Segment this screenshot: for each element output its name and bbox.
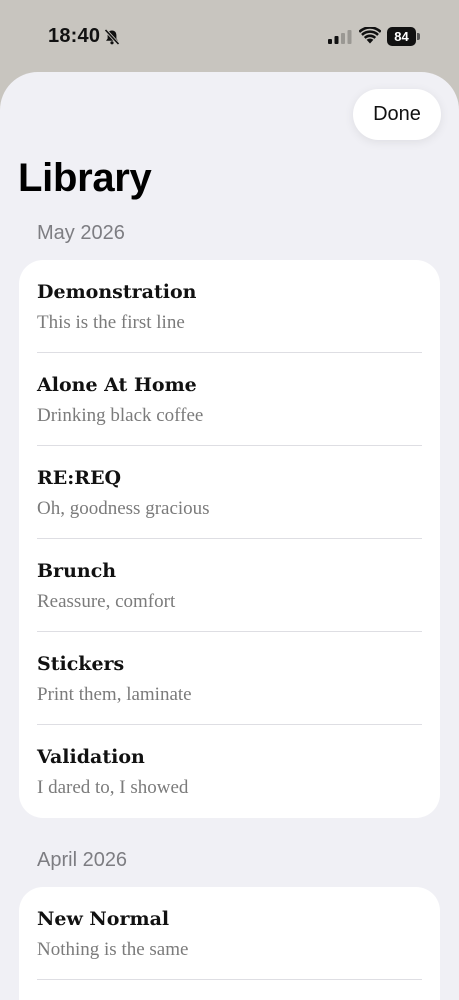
cellular-signal-icon (328, 30, 352, 44)
item-title: Brunch (37, 560, 117, 582)
item-subtitle: Oh, goodness gracious (37, 498, 210, 519)
battery-icon: 84 (387, 27, 416, 46)
may-entries-list: Demonstration This is the first line Alo… (19, 260, 440, 818)
list-item[interactable]: Validation I dared to, I showed (19, 725, 440, 818)
item-subtitle: Drinking black coffee (37, 405, 204, 426)
battery-nub (417, 33, 420, 40)
battery-level: 84 (394, 29, 409, 44)
item-subtitle: Nothing is the same (37, 939, 189, 960)
item-title: New Normal (37, 908, 170, 930)
list-item[interactable]: Brunch Reassure, comfort (19, 539, 440, 632)
item-title: RE:REQ (37, 467, 122, 489)
wifi-icon (359, 27, 381, 44)
status-time: 18:40 (48, 25, 101, 47)
library-sheet: Done Library May 2026 Demonstration This… (0, 72, 459, 1000)
section-header-april: April 2026 (37, 849, 128, 871)
list-item[interactable]: RE:REQ Oh, goodness gracious (19, 446, 440, 539)
april-entries-list: New Normal Nothing is the same (19, 887, 440, 1000)
status-bar: 18:40 84 (0, 0, 459, 72)
item-title: Validation (37, 746, 145, 768)
bell-muted-icon (104, 28, 120, 46)
page-title: Library (18, 156, 152, 200)
item-title: Alone At Home (37, 374, 197, 396)
item-subtitle: This is the first line (37, 312, 185, 333)
list-item[interactable]: Demonstration This is the first line (19, 260, 440, 353)
list-item[interactable]: Alone At Home Drinking black coffee (19, 353, 440, 446)
item-title: Stickers (37, 653, 125, 675)
section-header-may: May 2026 (37, 222, 125, 244)
done-button[interactable]: Done (353, 89, 441, 140)
item-subtitle: I dared to, I showed (37, 777, 189, 798)
row-divider (37, 979, 422, 980)
item-subtitle: Print them, laminate (37, 684, 192, 705)
item-subtitle: Reassure, comfort (37, 591, 176, 612)
list-item[interactable]: Stickers Print them, laminate (19, 632, 440, 725)
list-item[interactable]: New Normal Nothing is the same (19, 887, 440, 980)
item-title: Demonstration (37, 281, 197, 303)
